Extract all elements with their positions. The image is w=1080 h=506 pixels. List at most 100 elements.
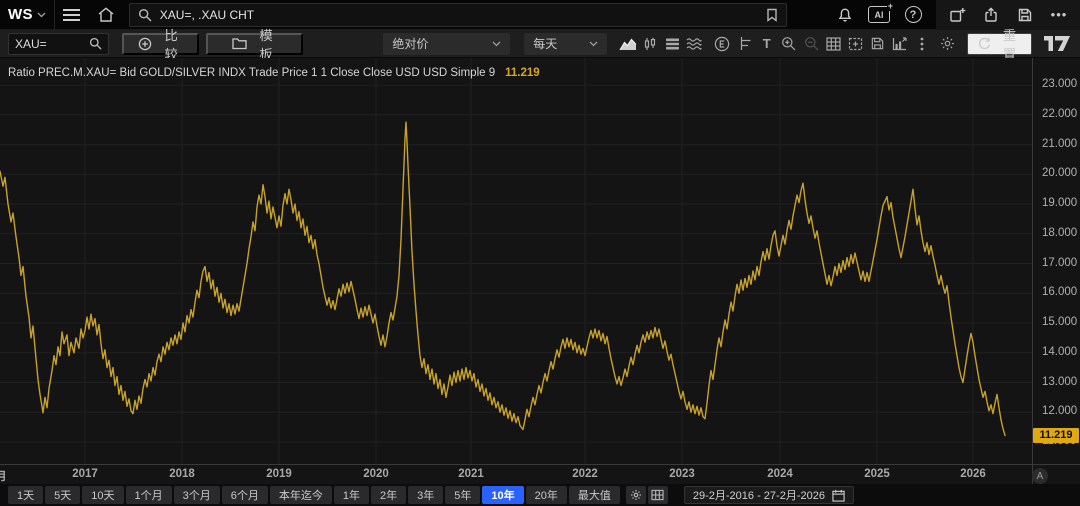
range-button-20年[interactable]: 20年 [526,486,567,504]
home-icon [97,6,115,23]
candlestick-icon [643,37,657,51]
app-logo[interactable]: WS [0,6,54,23]
more-options-button[interactable]: ••• [1042,0,1076,30]
interval-grid-button[interactable] [648,486,668,504]
chevron-down-icon [589,41,598,47]
measure-icon [737,36,752,51]
range-button-10年[interactable]: 10年 [482,486,523,504]
bottom-range-bar: 1天5天10天1个月3个月6个月本年迄今1年2年3年5年10年20年最大值 29… [0,484,1080,506]
chart-pane[interactable]: Ratio PREC.M.XAU= Bid GOLD/SILVER INDX T… [0,58,1080,484]
search-value: XAU=, .XAU CHT [160,8,254,22]
symbol-input[interactable]: XAU= [8,33,109,55]
stacked-bars-icon [665,37,680,51]
auto-scale-button[interactable]: A [1032,468,1048,484]
range-button-1年[interactable]: 1年 [334,486,369,504]
gear-icon [940,36,955,51]
range-button-1天[interactable]: 1天 [8,486,43,504]
topbar-actions: AI + ? [828,0,1080,30]
x-axis-label: 2022 [572,468,598,480]
y-axis-label: 23.000 [1042,78,1077,90]
y-axis-label: 15.000 [1042,316,1077,328]
range-button-6个月[interactable]: 6个月 [222,486,268,504]
plot-svg[interactable] [0,58,1032,464]
x-axis-labels[interactable]: 月201720182019202020212022202320242025202… [0,465,1032,484]
range-button-5天[interactable]: 5天 [45,486,80,504]
settings-button[interactable] [937,33,959,55]
range-buttons: 1天5天10天1个月3个月6个月本年迄今1年2年3年5年10年20年最大值 [8,486,622,504]
tradingview-logo[interactable] [1044,36,1070,51]
last-price-tag: 11.219 [1033,428,1079,443]
chart-toolbar: XAU= 比较 模板 绝对价 [0,30,1080,58]
area-chart-type-button[interactable] [617,33,639,55]
interval-select[interactable]: 每天 [524,33,607,55]
x-axis-label: 2021 [458,468,484,480]
measure-tool-button[interactable] [734,33,756,55]
text-tool-button[interactable]: T [756,33,778,55]
area-chart-icon [619,37,637,51]
price-mode-select[interactable]: 绝对价 [383,33,510,55]
grid-icon [826,37,841,51]
folder-icon [232,37,247,50]
notifications-button[interactable] [828,0,862,30]
text-tool-icon: T [763,36,771,51]
more-icon: ••• [1051,7,1068,22]
chevron-down-icon [37,12,46,18]
reset-icon [978,37,991,50]
brand-label: WS [8,6,33,23]
snapshot-button[interactable] [844,33,866,55]
range-button-1个月[interactable]: 1个月 [126,486,172,504]
range-button-本年迄今[interactable]: 本年迄今 [270,486,332,504]
range-settings-button[interactable] [626,486,646,504]
kebab-menu-button[interactable] [911,33,933,55]
y-axis-label: 14.000 [1042,346,1077,358]
range-button-2年[interactable]: 2年 [371,486,406,504]
calendar-icon [832,489,845,502]
y-axis-label: 16.000 [1042,286,1077,298]
x-axis-label: 2019 [266,468,292,480]
compare-button[interactable]: 比较 [122,33,199,55]
x-axis-label: 月 [0,468,7,484]
save-chart-button[interactable] [866,33,888,55]
range-button-3个月[interactable]: 3个月 [174,486,220,504]
x-axis-label: 2026 [960,468,986,480]
y-axis-label: 17.000 [1042,257,1077,269]
grid-layout-button[interactable] [822,33,844,55]
bookmark-icon[interactable] [766,8,778,22]
date-range-value: 29-2月-2016 - 27-2月-2026 [693,487,825,503]
bars-type-button[interactable] [661,33,683,55]
date-range-field[interactable]: 29-2月-2016 - 27-2月-2026 [684,486,854,504]
hamburger-icon [63,9,80,11]
zoom-in-button[interactable] [778,33,800,55]
template-button[interactable]: 模板 [206,33,304,55]
events-button[interactable] [711,33,733,55]
wave-overlay-button[interactable] [683,33,705,55]
range-button-5年[interactable]: 5年 [445,486,480,504]
chart-export-icon [892,37,907,51]
range-button-3年[interactable]: 3年 [408,486,443,504]
y-axis-label: 18.000 [1042,227,1077,239]
zoom-in-icon [781,36,796,51]
y-axis-label: 12.000 [1042,405,1077,417]
search-icon [138,8,152,22]
help-icon: ? [905,6,922,23]
help-button[interactable]: ? [896,0,930,30]
app-window: WS XAU=, .XAU CHT [0,0,1080,506]
global-search[interactable]: XAU=, .XAU CHT [129,3,787,27]
main-menu-button[interactable] [55,0,89,30]
circle-plus-icon [138,37,152,51]
candlestick-type-button[interactable] [639,33,661,55]
x-axis-label: 2018 [169,468,195,480]
range-button-10天[interactable]: 10天 [82,486,123,504]
ai-icon: AI + [868,6,890,23]
home-button[interactable] [89,0,123,30]
new-window-button[interactable] [940,0,974,30]
x-axis-label: 2017 [72,468,98,480]
zoom-out-button[interactable] [800,33,822,55]
chevron-down-icon [492,41,501,47]
calendar-grid-icon [651,489,664,501]
range-button-最大值[interactable]: 最大值 [569,486,620,504]
export-chart-button[interactable] [889,33,911,55]
y-axis-label: 21.000 [1042,138,1077,150]
reset-button[interactable]: 重置 [967,33,1032,55]
ai-assistant-button[interactable]: AI + [862,0,896,30]
